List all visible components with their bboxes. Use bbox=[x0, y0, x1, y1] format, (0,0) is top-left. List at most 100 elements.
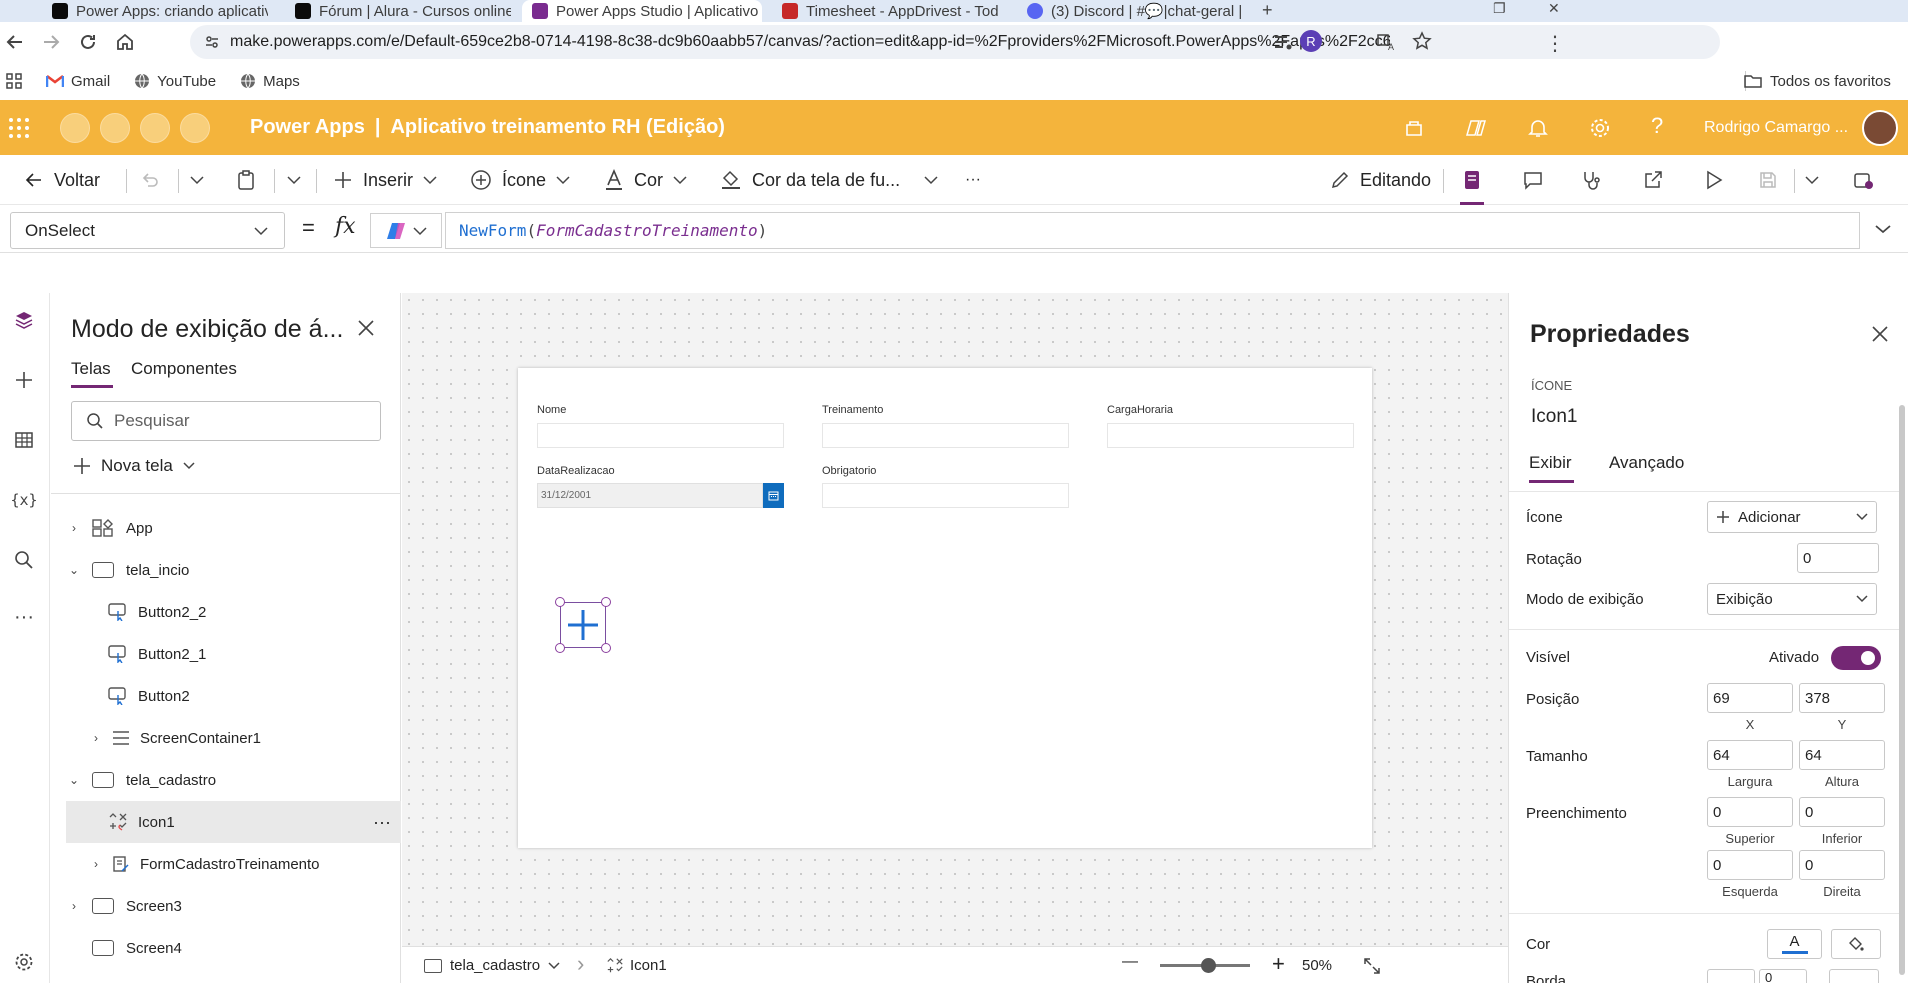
tree-item-button2-1[interactable]: Button2_1 bbox=[66, 633, 401, 675]
padding-top-input[interactable]: 0 bbox=[1707, 797, 1793, 827]
app-screen-preview[interactable]: Nome Treinamento CargaHoraria DataRealiz… bbox=[518, 368, 1372, 848]
resize-handle[interactable] bbox=[555, 597, 565, 607]
property-dropdown[interactable]: OnSelect bbox=[10, 212, 285, 249]
share-button[interactable] bbox=[1642, 155, 1664, 205]
padding-bottom-input[interactable]: 0 bbox=[1799, 797, 1885, 827]
comments-button[interactable] bbox=[1522, 155, 1544, 205]
zoom-out-button[interactable]: — bbox=[1122, 953, 1138, 971]
save-button[interactable] bbox=[1758, 155, 1778, 205]
zoom-in-button[interactable]: + bbox=[1272, 951, 1285, 977]
control-name[interactable]: Icon1 bbox=[1531, 406, 1577, 428]
search-box[interactable]: Pesquisar bbox=[71, 401, 381, 441]
profile-avatar[interactable]: R bbox=[1300, 30, 1322, 52]
publish-button[interactable] bbox=[1852, 155, 1874, 205]
zoom-percentage[interactable]: 50% bbox=[1302, 957, 1332, 974]
undo-button[interactable] bbox=[140, 155, 160, 205]
chevron-down-icon[interactable]: ⌄ bbox=[66, 563, 82, 577]
window-restore-icon[interactable]: ❐ bbox=[1493, 0, 1506, 17]
tab-avancado[interactable]: Avançado bbox=[1609, 453, 1684, 473]
selected-add-icon-control[interactable] bbox=[560, 602, 606, 648]
back-arrow-icon[interactable] bbox=[4, 31, 26, 53]
tree-item-tela-cadastro[interactable]: ⌄ tela_cadastro bbox=[66, 759, 401, 801]
media-controls-icon[interactable] bbox=[1272, 31, 1294, 53]
all-favorites[interactable]: Todos os favoritos bbox=[1744, 62, 1891, 100]
variables-icon[interactable]: {x} bbox=[10, 486, 38, 514]
chevron-right-icon[interactable]: › bbox=[66, 899, 82, 913]
chevron-right-icon[interactable]: › bbox=[66, 521, 82, 535]
browser-tab[interactable]: Fórum | Alura - Cursos online de ✕ bbox=[285, 0, 511, 22]
gear-icon[interactable] bbox=[1589, 117, 1611, 139]
bookmark-youtube[interactable]: YouTube bbox=[134, 73, 216, 90]
undo-menu-chevron-down-icon[interactable] bbox=[190, 155, 204, 205]
tree-item-screencontainer1[interactable]: › ScreenContainer1 bbox=[66, 717, 401, 759]
tab-componentes[interactable]: Componentes bbox=[131, 359, 237, 379]
preview-button[interactable] bbox=[1704, 155, 1724, 205]
waffle-icon[interactable] bbox=[8, 117, 30, 139]
bell-icon[interactable] bbox=[1527, 117, 1549, 139]
close-properties-icon[interactable] bbox=[1871, 325, 1889, 343]
color-picker-button[interactable]: A bbox=[1767, 929, 1822, 959]
browser-tab[interactable]: Power Apps: criando aplicativos ✕ bbox=[42, 0, 268, 22]
help-icon[interactable]: ? bbox=[1651, 113, 1663, 139]
new-tab-button[interactable]: + bbox=[1262, 0, 1273, 21]
icon-add-dropdown[interactable]: Adicionar bbox=[1707, 501, 1877, 533]
data-table-icon[interactable] bbox=[10, 426, 38, 454]
chevron-right-icon[interactable]: › bbox=[88, 731, 104, 745]
tree-view-layers-icon[interactable] bbox=[10, 306, 38, 334]
tree-item-screen3[interactable]: › Screen3 bbox=[66, 885, 401, 927]
wifi-icon[interactable] bbox=[100, 113, 130, 143]
tree-item-icon1[interactable]: Icon1 ··· bbox=[66, 801, 401, 843]
editing-button[interactable]: Editando bbox=[1330, 155, 1431, 205]
control-breadcrumb[interactable]: Icon1 bbox=[606, 947, 667, 983]
tab-exibir[interactable]: Exibir bbox=[1529, 453, 1572, 473]
rotation-input[interactable]: 0 bbox=[1797, 543, 1879, 573]
close-panel-icon[interactable] bbox=[357, 319, 375, 337]
properties-scrollbar[interactable] bbox=[1899, 405, 1905, 975]
tree-item-button2[interactable]: Button2 bbox=[66, 675, 401, 717]
icon-button[interactable]: Ícone bbox=[470, 155, 570, 205]
position-x-input[interactable]: 69 bbox=[1707, 683, 1793, 713]
user-avatar[interactable] bbox=[1862, 110, 1898, 146]
border-style-dropdown[interactable] bbox=[1707, 969, 1755, 983]
field-input-obrigatorio[interactable] bbox=[822, 483, 1069, 508]
more-commands-button[interactable]: ··· bbox=[965, 155, 981, 205]
copilot-formula-button[interactable] bbox=[370, 213, 442, 248]
border-color-picker[interactable] bbox=[1829, 969, 1879, 983]
fx-icon[interactable]: fx bbox=[335, 214, 356, 239]
browser-tab[interactable]: (3) Discord | #💬|chat-geral | A ✕ bbox=[1017, 0, 1243, 22]
more-options-icon[interactable]: ··· bbox=[373, 812, 391, 833]
formula-input[interactable]: NewForm ( FormCadastroTreinamento ) bbox=[445, 212, 1860, 249]
save-menu-chevron-down-icon[interactable] bbox=[1805, 155, 1819, 205]
app-checker-button[interactable] bbox=[1580, 155, 1602, 205]
insert-plus-icon[interactable] bbox=[10, 366, 38, 394]
bookmark-gmail[interactable]: Gmail bbox=[46, 73, 110, 90]
paste-button[interactable] bbox=[236, 155, 256, 205]
home-icon[interactable] bbox=[114, 31, 136, 53]
field-input-cargahoraria[interactable] bbox=[1107, 423, 1354, 448]
field-input-treinamento[interactable] bbox=[822, 423, 1069, 448]
screen-breadcrumb[interactable]: tela_cadastro bbox=[424, 947, 560, 983]
back-button[interactable]: Voltar bbox=[24, 155, 100, 205]
resize-handle[interactable] bbox=[555, 643, 565, 653]
notes-button[interactable] bbox=[1461, 155, 1483, 205]
resize-handle[interactable] bbox=[601, 643, 611, 653]
padding-left-input[interactable]: 0 bbox=[1707, 850, 1793, 880]
new-screen-button[interactable]: Nova tela bbox=[73, 448, 195, 484]
cloud-icon[interactable] bbox=[180, 113, 210, 143]
more-ellipsis-icon[interactable]: ··· bbox=[10, 603, 38, 631]
fit-to-window-icon[interactable] bbox=[1362, 956, 1382, 976]
field-input-nome[interactable] bbox=[537, 423, 784, 448]
translate-icon[interactable]: A bbox=[1376, 32, 1396, 52]
color-button[interactable]: Cor bbox=[604, 155, 687, 205]
chevron-right-icon[interactable]: › bbox=[88, 857, 104, 871]
tree-item-formcadastrotreinamento[interactable]: › FormCadastroTreinamento bbox=[66, 843, 401, 885]
address-bar[interactable]: make.powerapps.com/e/Default-659ce2b8-07… bbox=[190, 25, 1720, 59]
border-width-input[interactable]: 0 bbox=[1759, 969, 1807, 983]
site-info-icon[interactable] bbox=[204, 34, 220, 50]
learn-icon[interactable] bbox=[60, 113, 90, 143]
screen-color-button[interactable]: Cor da tela de fu... bbox=[720, 155, 938, 205]
reload-icon[interactable] bbox=[77, 31, 99, 53]
height-input[interactable]: 64 bbox=[1799, 740, 1885, 770]
tab-telas[interactable]: Telas bbox=[71, 359, 111, 379]
apps-grid-icon[interactable] bbox=[6, 73, 22, 89]
